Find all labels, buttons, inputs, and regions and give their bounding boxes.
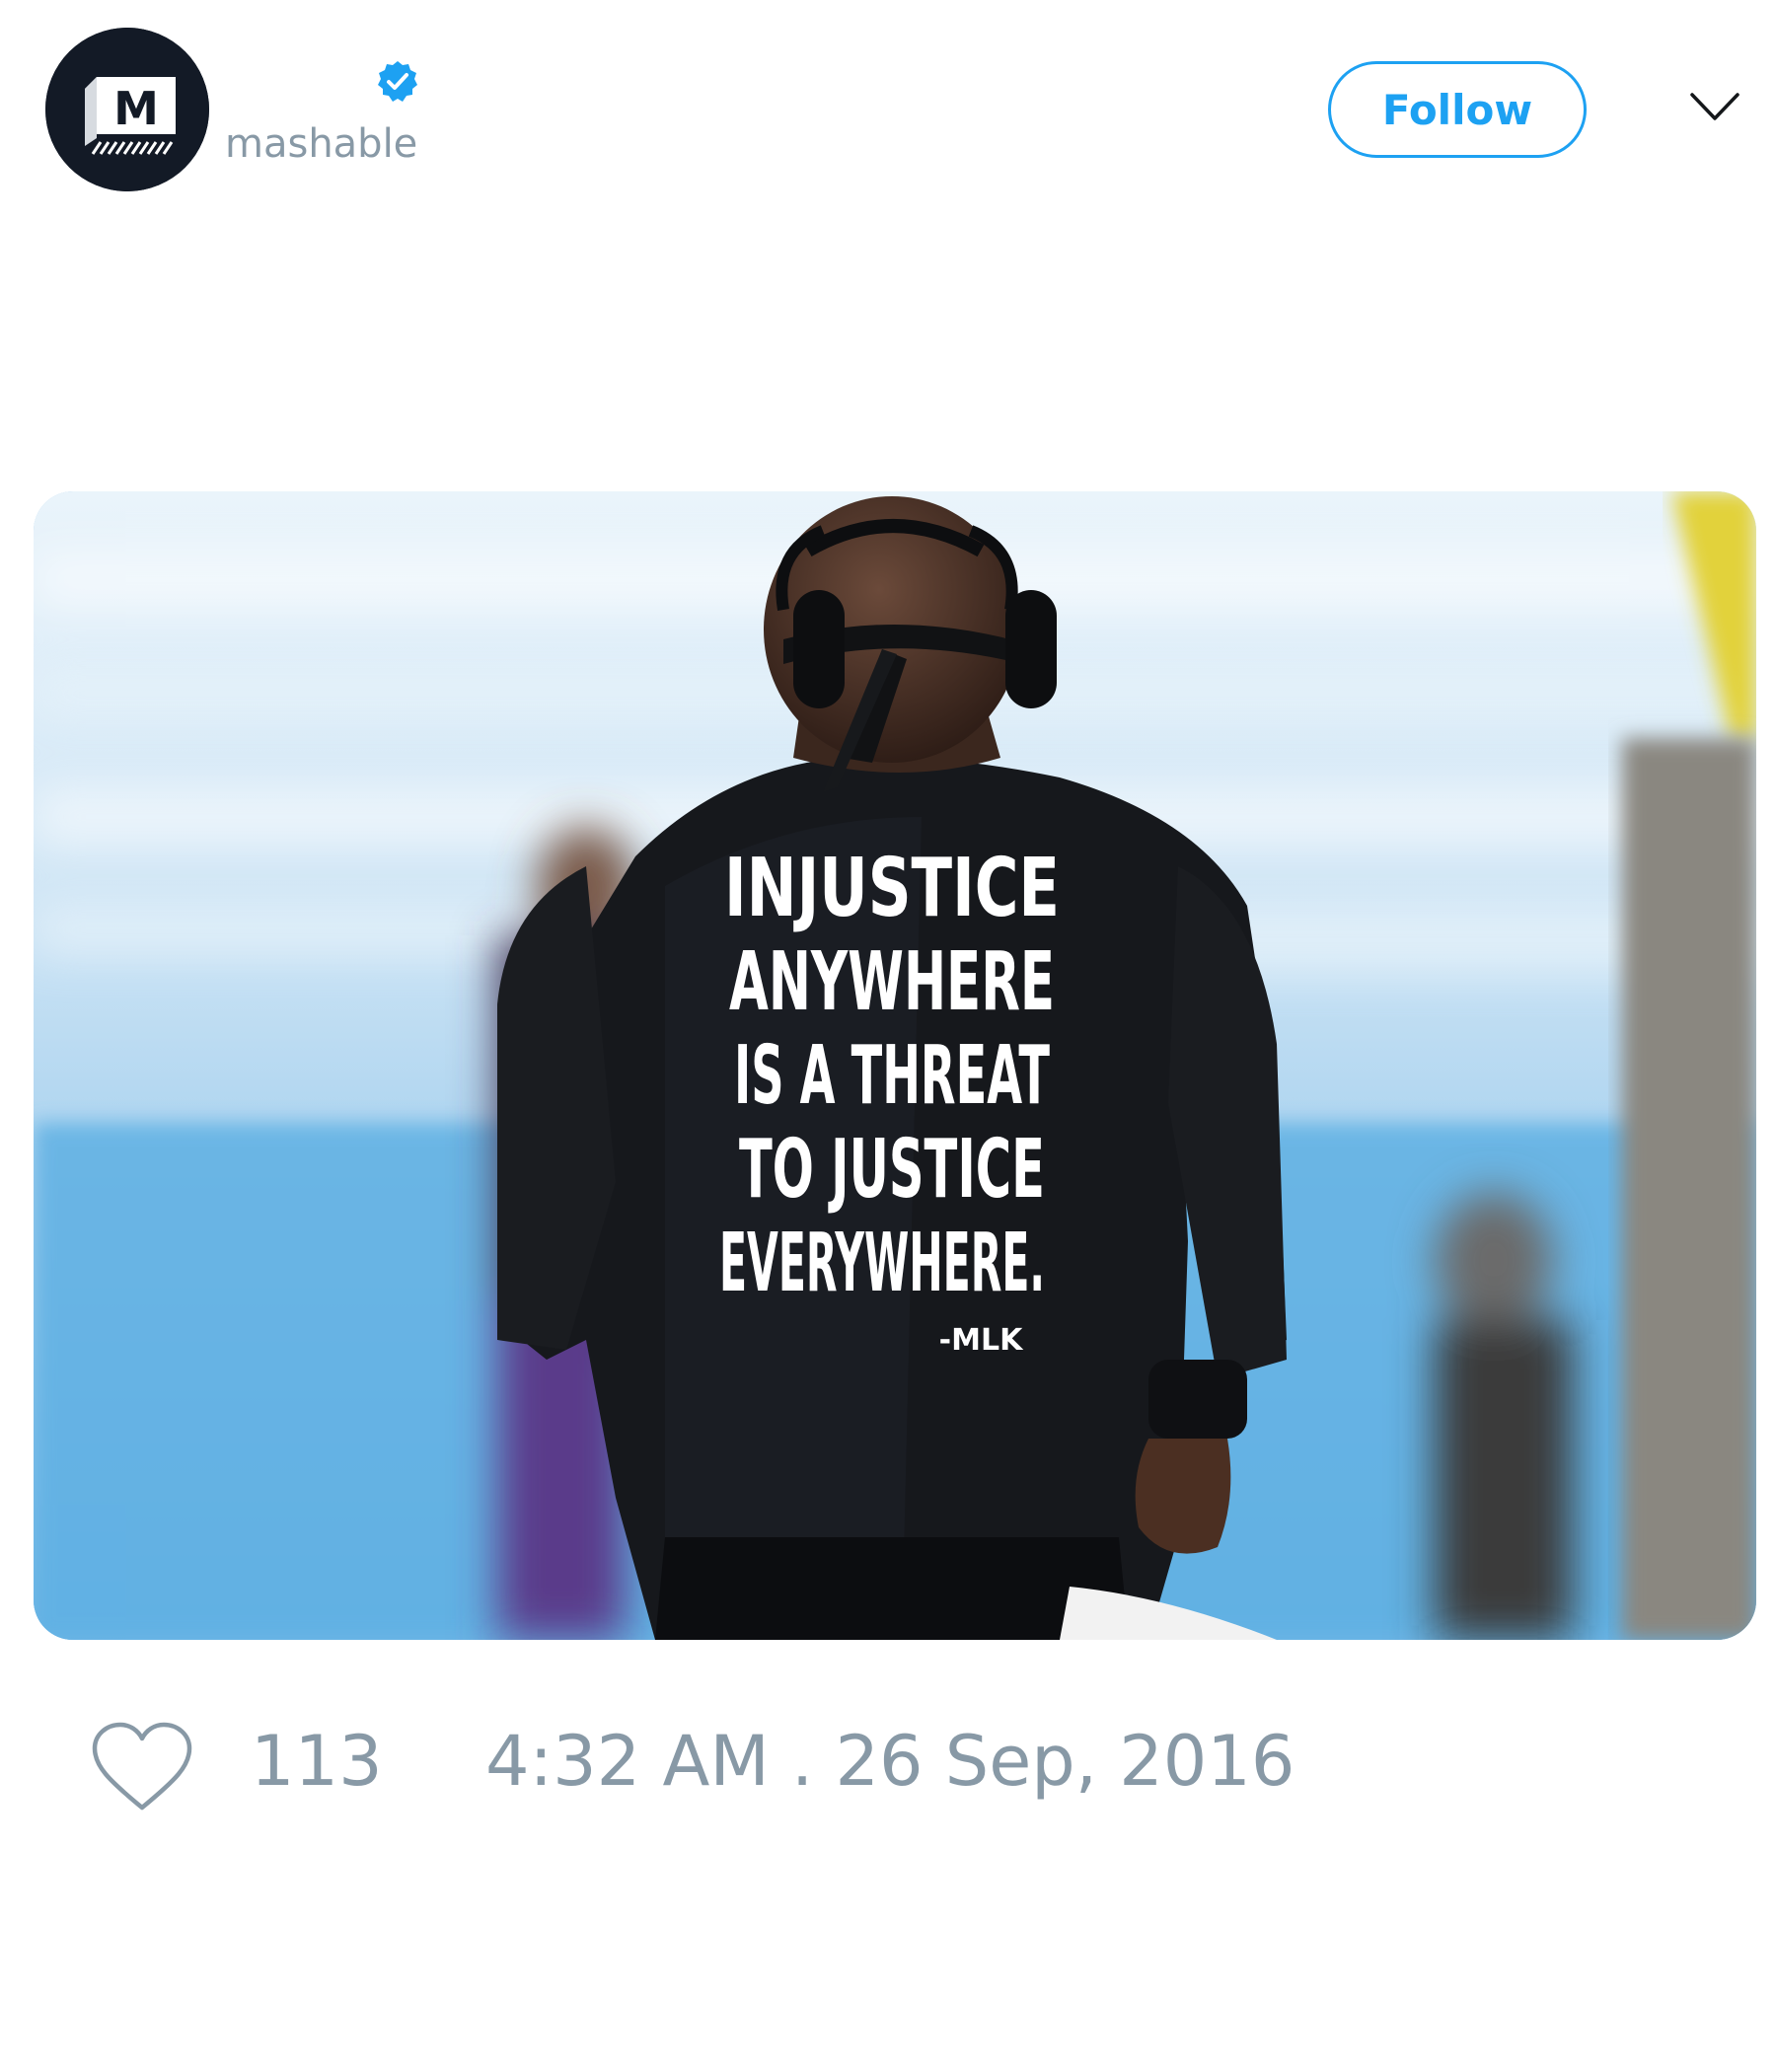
avatar-letter: M (113, 82, 159, 135)
heart-icon[interactable] (89, 1721, 195, 1815)
shirt-line-5: EVERYWHERE. (719, 1217, 1045, 1310)
avatar[interactable]: M (45, 28, 209, 191)
shirt-line-2: ANYWHERE (729, 935, 1055, 1029)
shirt-line-1: INJUSTICE (724, 842, 1060, 935)
tweet-photo[interactable]: INJUSTICE ANYWHERE IS A THREAT TO JUSTIC… (34, 491, 1756, 1640)
shirt-line-4: TO JUSTICE (739, 1123, 1045, 1217)
verified-badge-icon (378, 61, 417, 102)
mashable-logo-icon: M (45, 28, 209, 191)
tweet-timestamp[interactable]: 4:32 AM . 26 Sep, 2016 (485, 1727, 1295, 1796)
follow-button[interactable]: Follow (1328, 61, 1587, 158)
shirt-attribution: -MLK (939, 1323, 1024, 1358)
photo-illustration: INJUSTICE ANYWHERE IS A THREAT TO JUSTIC… (34, 491, 1756, 1640)
tweet-card: M mashable Follow INJUSTICE ANYWHERE IS … (0, 0, 1776, 2072)
author-handle[interactable]: mashable (225, 124, 417, 164)
like-count[interactable]: 113 (251, 1727, 383, 1796)
shirt-quote: INJUSTICE ANYWHERE IS A THREAT TO JUSTIC… (719, 842, 1060, 1358)
shirt-line-3: IS A THREAT (734, 1029, 1050, 1123)
chevron-down-icon[interactable] (1689, 91, 1740, 122)
